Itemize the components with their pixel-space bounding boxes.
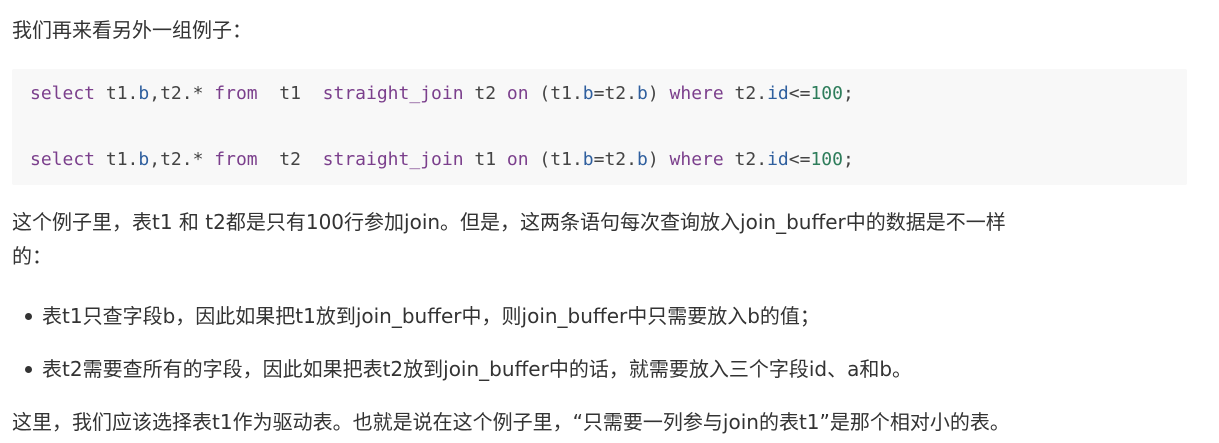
code-text: t1 [463, 149, 507, 170]
keyword-where: where [669, 83, 724, 104]
code-column: b [138, 83, 150, 104]
explanation-paragraph-line-2: 的： [12, 244, 52, 268]
keyword-from: from [214, 83, 258, 104]
keyword-on: on [506, 149, 529, 170]
code-column: b [582, 149, 594, 170]
code-line-2: select t1.b,t2.* from t2 straight_join t… [30, 147, 854, 173]
code-text: <= [788, 83, 811, 104]
keyword-straight-join: straight_join [322, 83, 464, 104]
code-text: t2 [463, 83, 507, 104]
code-text: <= [788, 149, 811, 170]
code-block: select t1.b,t2.* from t1 straight_join t… [12, 69, 1187, 185]
keyword-select: select [30, 83, 96, 104]
intro-paragraph: 我们再来看另外一组例子： [12, 18, 252, 42]
code-text: t2. [723, 83, 768, 104]
code-text: ,t2.* [149, 83, 215, 104]
code-column: id [767, 149, 789, 170]
code-text: ; [842, 83, 854, 104]
code-text: t1. [95, 83, 139, 104]
code-text: ) [647, 149, 670, 170]
code-text: t1 [257, 83, 323, 104]
code-column: id [767, 83, 789, 104]
code-line-1: select t1.b,t2.* from t1 straight_join t… [30, 81, 854, 107]
list-item-text: 表t1只查字段b，因此如果把t1放到join_buffer中，则join_buf… [42, 304, 820, 328]
list-item-text: 表t2需要查所有的字段，因此如果把表t2放到join_buffer中的话，就需要… [42, 357, 913, 381]
list-item: 表t2需要查所有的字段，因此如果把表t2放到join_buffer中的话，就需要… [22, 353, 912, 385]
code-text: =t2. [593, 149, 637, 170]
code-column: b [636, 149, 648, 170]
bullet-dot-icon [25, 366, 32, 373]
keyword-where: where [669, 149, 724, 170]
keyword-straight-join: straight_join [322, 149, 464, 170]
code-text: (t1. [528, 149, 583, 170]
keyword-from: from [214, 149, 258, 170]
bullet-dot-icon [25, 313, 32, 320]
explanation-paragraph-line-1: 这个例子里，表t1 和 t2都是只有100行参加join。但是，这两条语句每次查… [12, 210, 1006, 234]
keyword-select: select [30, 149, 96, 170]
code-text: t2. [723, 149, 768, 170]
code-text: ,t2.* [149, 149, 215, 170]
code-text: t1. [95, 149, 139, 170]
code-text: (t1. [528, 83, 583, 104]
conclusion-paragraph: 这里，我们应该选择表t1作为驱动表。也就是说在这个例子里，“只需要一列参与joi… [12, 410, 1010, 434]
code-text: t2 [257, 149, 323, 170]
code-text: =t2. [593, 83, 637, 104]
keyword-on: on [506, 83, 529, 104]
code-text: ; [842, 149, 854, 170]
code-column: b [636, 83, 648, 104]
bullet-list: 表t1只查字段b，因此如果把t1放到join_buffer中，则join_buf… [22, 300, 912, 406]
code-text: ) [647, 83, 670, 104]
code-number: 100 [810, 149, 843, 170]
code-number: 100 [810, 83, 843, 104]
list-item: 表t1只查字段b，因此如果把t1放到join_buffer中，则join_buf… [22, 300, 912, 332]
code-column: b [138, 149, 150, 170]
code-column: b [582, 83, 594, 104]
